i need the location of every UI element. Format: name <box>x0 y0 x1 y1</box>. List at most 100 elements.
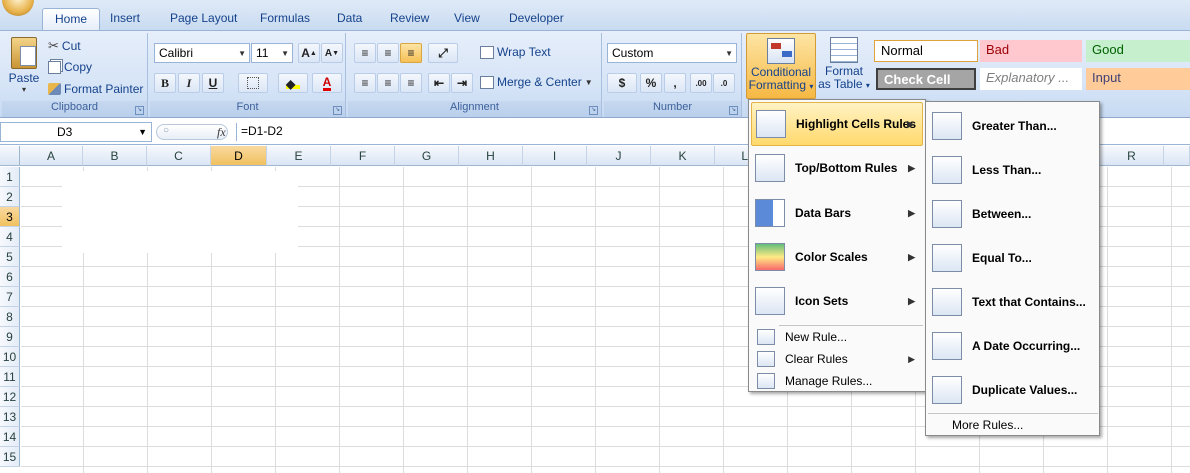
orientation-button[interactable]: ⤢ <box>428 43 458 63</box>
italic-button[interactable]: I <box>178 73 200 93</box>
underline-button[interactable]: U <box>202 73 224 93</box>
function-icon[interactable]: fx <box>217 125 226 140</box>
format-as-table-button[interactable]: Format as Table ▾ <box>818 33 870 99</box>
font-name-combo[interactable]: Calibri ▼ <box>154 43 250 63</box>
menu-item-top-bottom-rules[interactable]: Top/Bottom Rules ▶ <box>751 146 923 190</box>
name-box[interactable]: D3 ▼ <box>0 122 152 142</box>
submenu-item-more-rules[interactable]: More Rules... <box>928 414 1098 436</box>
borders-button[interactable] <box>238 73 268 93</box>
align-center-button[interactable]: ≡ <box>377 73 399 93</box>
format-painter-button[interactable]: Format Painter <box>48 82 143 96</box>
merge-center-button[interactable]: Merge & Center ▼ <box>480 75 593 89</box>
font-size-combo[interactable]: 11 ▼ <box>251 43 293 63</box>
style-input[interactable]: Input <box>1086 68 1190 90</box>
submenu-item-between[interactable]: Between... <box>928 192 1098 236</box>
column-header[interactable]: C <box>147 146 211 166</box>
increase-decimal-button[interactable]: .00 <box>690 73 712 93</box>
select-all-button[interactable] <box>0 146 20 166</box>
row-header[interactable]: 10 <box>0 347 20 367</box>
column-header-selected[interactable]: D <box>211 146 267 166</box>
row-header[interactable]: 15 <box>0 447 20 467</box>
column-header[interactable]: K <box>651 146 715 166</box>
comma-button[interactable]: , <box>664 73 686 93</box>
row-header[interactable]: 14 <box>0 427 20 447</box>
menu-item-data-bars[interactable]: Data Bars ▶ <box>751 191 923 235</box>
style-good[interactable]: Good <box>1086 40 1190 62</box>
tab-review[interactable]: Review <box>378 8 441 30</box>
tab-insert[interactable]: Insert <box>98 8 152 30</box>
menu-item-highlight-cells-rules[interactable]: Highlight Cells Rules ▶ <box>751 102 923 146</box>
row-header[interactable]: 2 <box>0 187 20 207</box>
submenu-item-greater-than[interactable]: Greater Than... <box>928 104 1098 148</box>
wrap-text-button[interactable]: Wrap Text <box>480 45 551 59</box>
submenu-item-text-contains[interactable]: Text that Contains... <box>928 280 1098 324</box>
menu-item-icon-sets[interactable]: Icon Sets ▶ <box>751 279 923 323</box>
column-header[interactable]: L <box>715 146 751 166</box>
percent-button[interactable]: % <box>640 73 662 93</box>
menu-item-color-scales[interactable]: Color Scales ▶ <box>751 235 923 279</box>
tab-formulas[interactable]: Formulas <box>248 8 322 30</box>
column-header[interactable]: H <box>459 146 523 166</box>
style-check-cell[interactable]: Check Cell <box>876 68 976 90</box>
expand-icon[interactable]: ○ <box>163 125 169 136</box>
bold-button[interactable]: B <box>154 73 176 93</box>
column-header[interactable]: E <box>267 146 331 166</box>
tab-page-layout[interactable]: Page Layout <box>158 8 249 30</box>
copy-button[interactable]: Copy <box>48 60 92 74</box>
menu-item-clear-rules[interactable]: Clear Rules ▶ <box>751 348 923 370</box>
dialog-launcher-icon[interactable]: ↘ <box>135 106 144 115</box>
column-header[interactable]: G <box>395 146 459 166</box>
dialog-launcher-icon[interactable]: ↘ <box>729 106 738 115</box>
style-normal[interactable]: Normal <box>874 40 978 62</box>
align-right-button[interactable]: ≡ <box>400 73 422 93</box>
row-header[interactable]: 13 <box>0 407 20 427</box>
column-header[interactable]: A <box>20 146 83 166</box>
column-header[interactable]: B <box>83 146 147 166</box>
menu-item-manage-rules[interactable]: Manage Rules... <box>751 370 923 392</box>
conditional-formatting-button[interactable]: Conditional Formatting ▾ <box>746 33 816 99</box>
tab-home[interactable]: Home <box>42 8 101 30</box>
tab-view[interactable]: View <box>442 8 492 30</box>
row-header[interactable]: 4 <box>0 227 20 247</box>
dialog-launcher-icon[interactable]: ↘ <box>333 106 342 115</box>
decrease-indent-button[interactable]: ⇤ <box>428 73 450 93</box>
office-button[interactable] <box>2 0 34 16</box>
submenu-item-equal-to[interactable]: Equal To... <box>928 236 1098 280</box>
column-header[interactable]: R <box>1100 146 1164 166</box>
row-header[interactable]: 7 <box>0 287 20 307</box>
fill-color-button[interactable]: ◆ <box>278 73 308 93</box>
align-middle-button[interactable]: ≡ <box>377 43 399 63</box>
paste-button[interactable]: Paste ▾ <box>6 35 42 101</box>
currency-button[interactable]: $ <box>607 73 637 93</box>
menu-item-new-rule[interactable]: New Rule... <box>751 326 923 348</box>
submenu-item-less-than[interactable]: Less Than... <box>928 148 1098 192</box>
row-header[interactable]: 6 <box>0 267 20 287</box>
increase-indent-button[interactable]: ⇥ <box>451 73 473 93</box>
row-header[interactable]: 9 <box>0 327 20 347</box>
row-header[interactable]: 1 <box>0 167 20 187</box>
style-explanatory[interactable]: Explanatory ... <box>980 68 1082 90</box>
shrink-font-button[interactable]: A ▼ <box>321 43 343 63</box>
grow-font-button[interactable]: A ▲ <box>298 43 320 63</box>
row-header-selected[interactable]: 3 <box>0 207 20 227</box>
style-bad[interactable]: Bad <box>980 40 1082 62</box>
row-header[interactable]: 12 <box>0 387 20 407</box>
align-bottom-button[interactable]: ≡ <box>400 43 422 63</box>
font-color-button[interactable]: A <box>312 73 342 93</box>
align-left-button[interactable]: ≡ <box>354 73 376 93</box>
tab-data[interactable]: Data <box>325 8 374 30</box>
tab-developer[interactable]: Developer <box>497 8 576 30</box>
decrease-decimal-button[interactable]: .0 <box>713 73 735 93</box>
cut-button[interactable]: ✂ Cut <box>48 38 81 54</box>
row-header[interactable]: 8 <box>0 307 20 327</box>
submenu-item-duplicate-values[interactable]: Duplicate Values... <box>928 368 1098 412</box>
column-header[interactable]: F <box>331 146 395 166</box>
number-format-combo[interactable]: Custom ▼ <box>607 43 737 63</box>
dialog-launcher-icon[interactable]: ↘ <box>589 106 598 115</box>
column-header[interactable] <box>1164 146 1190 166</box>
column-header[interactable]: I <box>523 146 587 166</box>
column-header[interactable]: J <box>587 146 651 166</box>
row-header[interactable]: 5 <box>0 247 20 267</box>
row-header[interactable]: 11 <box>0 367 20 387</box>
align-top-button[interactable]: ≡ <box>354 43 376 63</box>
